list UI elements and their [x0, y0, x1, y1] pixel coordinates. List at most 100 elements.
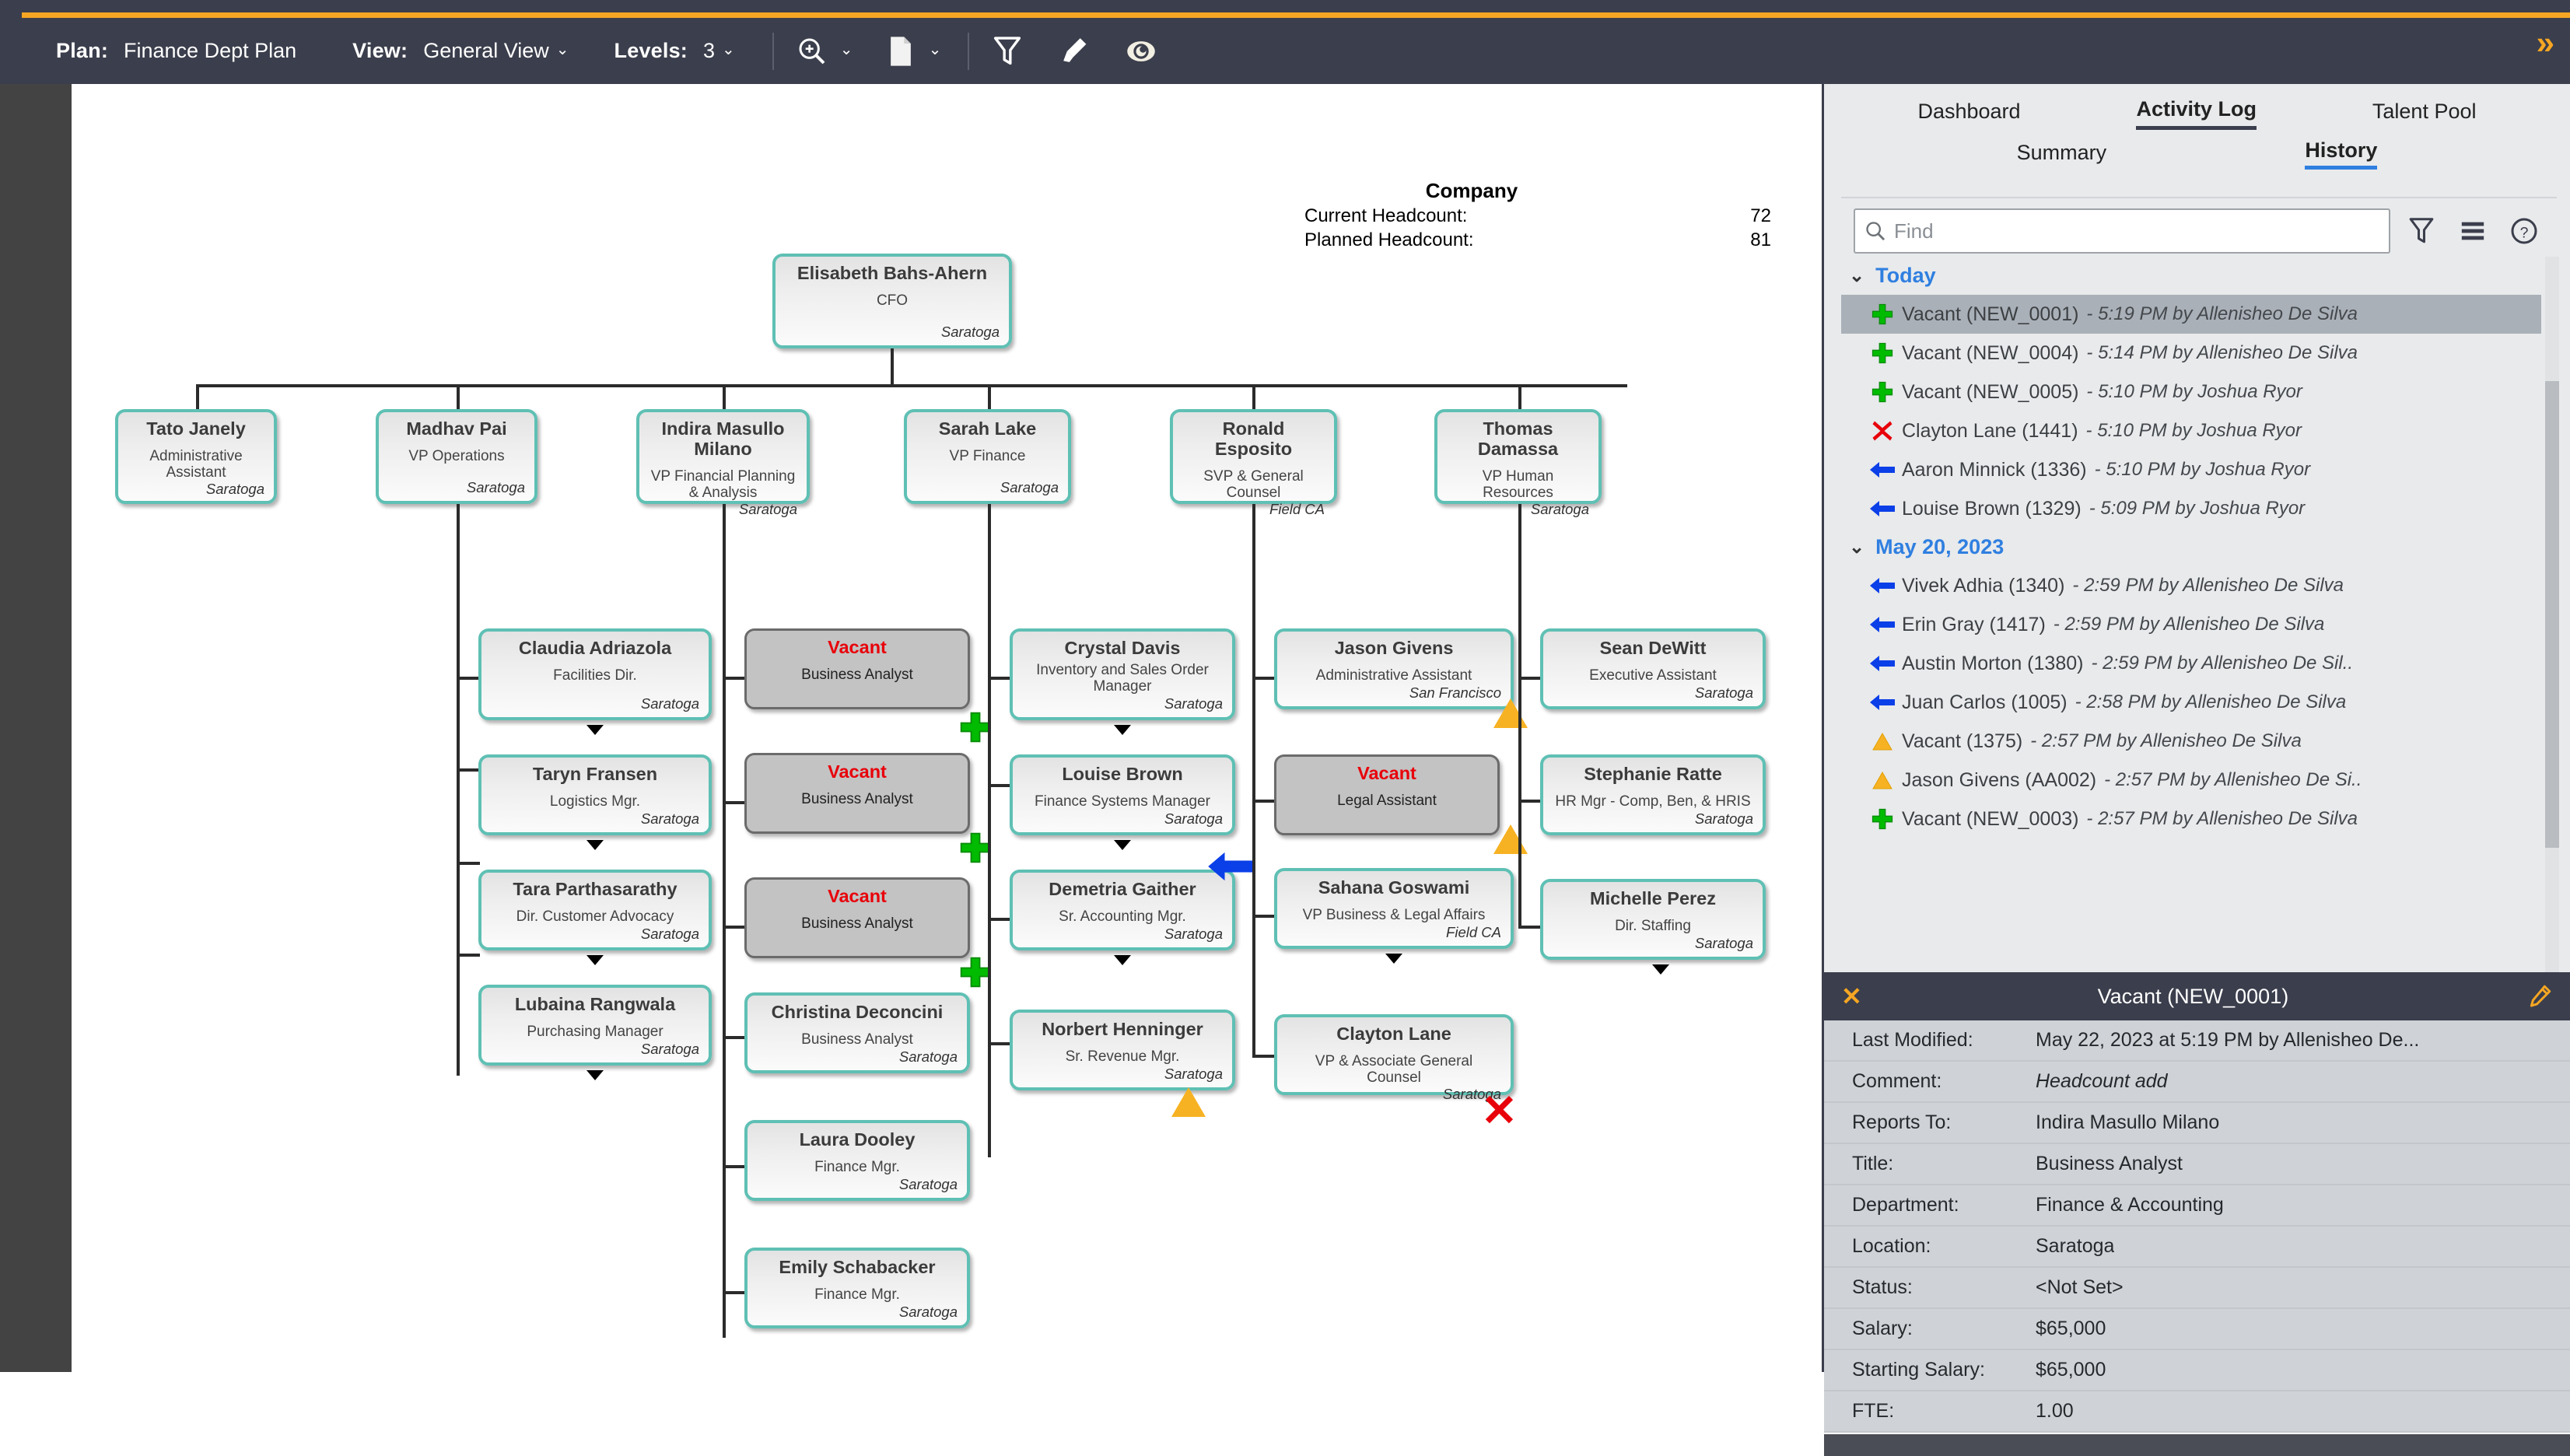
search-input-wrap[interactable]	[1854, 208, 2390, 254]
edit-pencil-icon[interactable]	[2524, 981, 2555, 1012]
org-node-level3[interactable]: Taryn Fransen Logistics Mgr. Saratoga	[478, 754, 712, 835]
collapse-triangle-icon[interactable]	[1652, 964, 1669, 975]
org-node-level2[interactable]: Ronald Esposito SVP & General Counsel Fi…	[1170, 409, 1337, 517]
org-node-level3[interactable]: Norbert Henninger Sr. Revenue Mgr. Sarat…	[1010, 1010, 1235, 1090]
history-entry-subject: Vacant (1375)	[1902, 730, 2023, 752]
tab-summary[interactable]: Summary	[2017, 141, 2107, 168]
history-entry[interactable]: Vivek Adhia (1340) - 2:59 PM by Allenishe…	[1841, 566, 2541, 605]
history-entry[interactable]: Austin Morton (1380) - 2:59 PM by Allenis…	[1841, 644, 2541, 683]
tab-dashboard[interactable]: Dashboard	[1917, 100, 2020, 128]
marker-changed-triangle-icon[interactable]	[1493, 698, 1528, 728]
view-select[interactable]: General View	[423, 39, 549, 63]
marker-changed-triangle-icon[interactable]	[1171, 1087, 1206, 1117]
org-node-level3[interactable]: Jason Givens Administrative Assistant Sa…	[1274, 628, 1514, 709]
org-node-level3[interactable]: Stephanie Ratte HR Mgr - Comp, Ben, & HR…	[1540, 754, 1766, 835]
marker-moved-arrow-icon[interactable]	[1207, 850, 1255, 887]
connector-stub	[1518, 926, 1542, 929]
tab-history[interactable]: History	[2305, 138, 2378, 170]
history-entry-subject: Austin Morton (1380)	[1902, 652, 2084, 674]
history-group-header[interactable]: ⌄ Today	[1841, 257, 2541, 295]
org-node-level3[interactable]: Crystal Davis Inventory and Sales Order …	[1010, 628, 1235, 720]
expand-panel-chevron-icon[interactable]: »	[2537, 26, 2555, 59]
org-node-vacant[interactable]: Vacant Legal Assistant	[1274, 754, 1500, 835]
history-entry[interactable]: Vacant (NEW_0003) - 2:57 PM by Allenisheo…	[1841, 800, 2541, 838]
chevron-down-icon[interactable]: ⌄	[556, 40, 569, 59]
history-entry[interactable]: Louise Brown (1329) - 5:09 PM by Joshua R…	[1841, 489, 2541, 528]
org-node-level2[interactable]: Tato Janely Administrative Assistant Sar…	[115, 409, 277, 504]
org-node-vacant[interactable]: Vacant Business Analyst	[744, 628, 970, 709]
node-location: Saratoga	[898, 1176, 958, 1192]
collapse-triangle-icon[interactable]	[1114, 725, 1131, 735]
history-group-header[interactable]: ⌄ May 20, 2023	[1841, 528, 2541, 566]
chevron-down-icon[interactable]: ⌄	[840, 40, 853, 59]
history-entry[interactable]: Vacant (NEW_0005) - 5:10 PM by Joshua Ryo…	[1841, 373, 2541, 411]
scrollbar-thumb[interactable]	[2545, 381, 2559, 848]
filter-icon[interactable]	[986, 30, 1028, 72]
history-entry[interactable]: Vacant (NEW_0001) - 5:19 PM by Allenisheo…	[1841, 295, 2541, 334]
detail-row-key: Department:	[1852, 1194, 1959, 1216]
chevron-down-icon[interactable]: ⌄	[929, 40, 942, 59]
org-node-level3[interactable]: Laura Dooley Finance Mgr. Saratoga	[744, 1120, 970, 1201]
collapse-triangle-icon[interactable]	[586, 840, 604, 850]
collapse-triangle-icon[interactable]	[1114, 955, 1131, 965]
history-entry[interactable]: Juan Carlos (1005) - 2:58 PM by Allenishe…	[1841, 683, 2541, 722]
x-icon	[1868, 419, 1897, 443]
chevron-down-icon[interactable]: ⌄	[1849, 536, 1864, 558]
history-entry[interactable]: Vacant (NEW_0004) - 5:14 PM by Allenisheo…	[1841, 334, 2541, 373]
tab-talent-pool[interactable]: Talent Pool	[2372, 100, 2477, 128]
current-headcount-row: Current Headcount: 72	[1304, 205, 1771, 227]
collapse-triangle-icon[interactable]	[586, 1070, 604, 1080]
chevron-down-icon[interactable]: ⌄	[1849, 264, 1864, 287]
history-entry[interactable]: Jason Givens (AA002) - 2:57 PM by Allenis…	[1841, 761, 2541, 800]
visibility-icon[interactable]	[1120, 30, 1162, 72]
org-node-level2[interactable]: Madhav Pai VP Operations Saratoga	[376, 409, 537, 504]
org-node-level2[interactable]: Indira Masullo Milano VP Financial Plann…	[636, 409, 810, 517]
arrow-icon	[1868, 576, 1897, 596]
close-icon[interactable]: ✕	[1841, 982, 1862, 1011]
chevron-down-icon[interactable]: ⌄	[722, 40, 735, 59]
collapse-triangle-icon[interactable]	[1385, 954, 1402, 964]
list-icon[interactable]	[2453, 211, 2493, 251]
org-node-level3[interactable]: Lubaina Rangwala Purchasing Manager Sara…	[478, 985, 712, 1066]
marker-removed-x-icon[interactable]: ✕	[1481, 1089, 1518, 1132]
org-node-level3[interactable]: Christina Deconcini Business Analyst Sar…	[744, 992, 970, 1073]
org-node-vacant[interactable]: Vacant Business Analyst	[744, 877, 970, 958]
node-title: Purchasing Manager	[527, 1023, 664, 1040]
plan-value[interactable]: Finance Dept Plan	[124, 39, 296, 63]
org-node-level2[interactable]: Thomas Damassa VP Human Resources Sarato…	[1434, 409, 1602, 517]
org-node-level3[interactable]: Emily Schabacker Finance Mgr. Saratoga	[744, 1248, 970, 1328]
org-node-level3[interactable]: Michelle Perez Dir. Staffing Saratoga	[1540, 879, 1766, 960]
history-entry[interactable]: Aaron Minnick (1336) - 5:10 PM by Joshua …	[1841, 450, 2541, 489]
node-location: Saratoga	[640, 1041, 699, 1057]
node-name: Jason Givens	[1334, 638, 1454, 658]
help-icon[interactable]: ?	[2504, 211, 2544, 251]
connector-stub	[1518, 677, 1542, 680]
zoom-icon[interactable]	[791, 30, 833, 72]
org-node-root[interactable]: Elisabeth Bahs-Ahern CFO Saratoga	[772, 254, 1012, 348]
marker-changed-triangle-icon[interactable]	[1493, 824, 1528, 854]
collapse-triangle-icon[interactable]	[1114, 840, 1131, 850]
org-node-level3[interactable]: Sahana Goswami VP Business & Legal Affai…	[1274, 868, 1514, 949]
history-entry[interactable]: Clayton Lane (1441) - 5:10 PM by Joshua R…	[1841, 411, 2541, 450]
tab-activity-log[interactable]: Activity Log	[2136, 97, 2257, 130]
org-node-level3[interactable]: Tara Parthasarathy Dir. Customer Advocac…	[478, 870, 712, 950]
org-node-level3[interactable]: Claudia Adriazola Facilities Dir. Sarato…	[478, 628, 712, 720]
org-node-level3[interactable]: Demetria Gaither Sr. Accounting Mgr. Sar…	[1010, 870, 1235, 950]
highlighter-icon[interactable]	[1053, 30, 1095, 72]
collapse-triangle-icon[interactable]	[586, 955, 604, 965]
history-list[interactable]: ⌄ Today Vacant (NEW_0001) - 5:19 PM by Alle…	[1841, 257, 2541, 980]
org-chart-canvas[interactable]: Company Current Headcount: 72 Planned He…	[72, 84, 1822, 1372]
history-scrollbar[interactable]	[2545, 257, 2559, 980]
org-node-vacant[interactable]: Vacant Business Analyst	[744, 753, 970, 834]
history-entry[interactable]: Erin Gray (1417) - 2:59 PM by Allenisheo …	[1841, 605, 2541, 644]
collapse-triangle-icon[interactable]	[586, 725, 604, 735]
levels-select[interactable]: 3	[703, 39, 715, 63]
org-node-level3[interactable]: Sean DeWitt Executive Assistant Saratoga	[1540, 628, 1766, 709]
history-entry[interactable]: Vacant (1375) - 2:57 PM by Allenisheo De …	[1841, 722, 2541, 761]
org-node-level3[interactable]: Louise Brown Finance Systems Manager Sar…	[1010, 754, 1235, 835]
org-node-level2[interactable]: Sarah Lake VP Finance Saratoga	[904, 409, 1071, 504]
page-icon[interactable]	[880, 30, 922, 72]
org-node-level3[interactable]: Clayton Lane VP & Associate General Coun…	[1274, 1014, 1514, 1102]
filter-icon[interactable]	[2401, 211, 2442, 251]
search-input[interactable]	[1894, 219, 2379, 243]
